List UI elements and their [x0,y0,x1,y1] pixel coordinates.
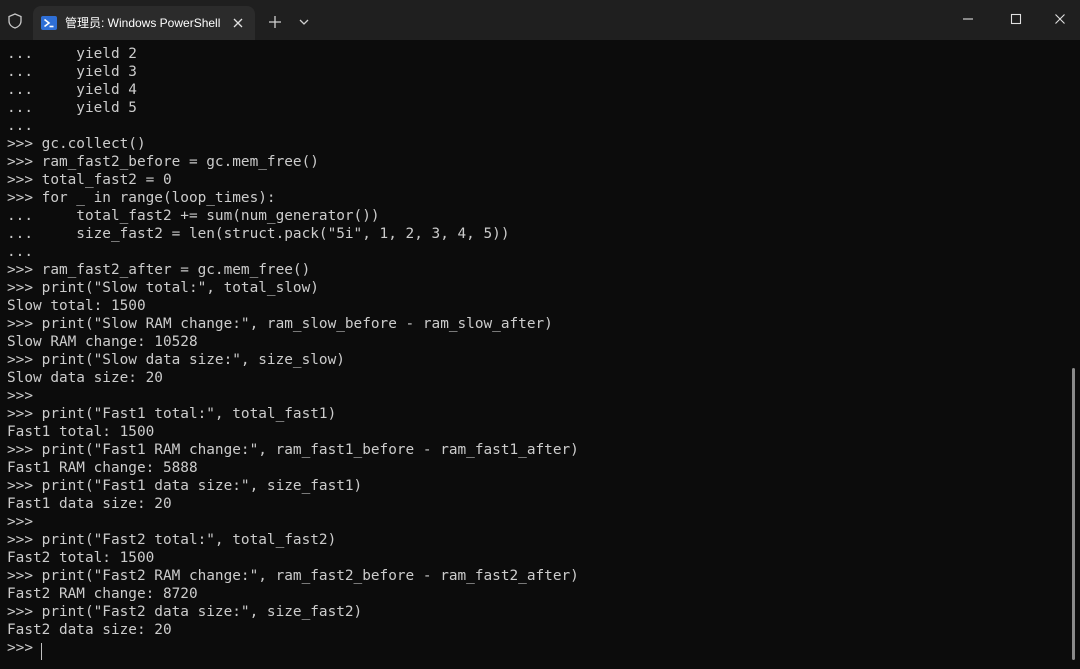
minimize-icon[interactable] [945,0,991,38]
terminal-line: >>> print("Fast1 total:", total_fast1) [7,406,337,422]
terminal-line: >>> for _ in range(loop_times): [7,190,276,206]
tab-powershell[interactable]: 管理员: Windows PowerShell [33,6,255,40]
terminal-line: >>> print("Slow RAM change:", ram_slow_b… [7,316,553,332]
terminal-line: Slow total: 1500 [7,298,146,314]
terminal-line: Fast2 total: 1500 [7,550,155,566]
terminal-line: ... total_fast2 += sum(num_generator()) [7,208,380,224]
terminal-line: >>> gc.collect() [7,136,146,152]
terminal-line: Fast1 data size: 20 [7,496,172,512]
terminal-prompt: >>> [7,640,33,656]
title-bar: 管理员: Windows PowerShell [0,0,1080,40]
terminal-line: ... yield 4 [7,82,137,98]
terminal-line: >>> [7,388,33,404]
terminal-line: ... size_fast2 = len(struct.pack("5i", 1… [7,226,510,242]
close-tab-icon[interactable] [230,15,246,31]
terminal-line: >>> total_fast2 = 0 [7,172,172,188]
terminal-line: ... yield 2 [7,46,137,62]
terminal-line: >>> print("Fast2 total:", total_fast2) [7,532,337,548]
terminal-line: ... [7,118,33,134]
scrollbar-thumb[interactable] [1072,368,1075,660]
terminal-line: Fast1 total: 1500 [7,424,155,440]
terminal-line: >>> ram_fast2_before = gc.mem_free() [7,154,319,170]
powershell-icon [41,15,57,31]
terminal-line: ... [7,244,33,260]
terminal-line: Fast1 RAM change: 5888 [7,460,198,476]
terminal-line: >>> [7,514,33,530]
terminal-line: Slow RAM change: 10528 [7,334,198,350]
chevron-down-icon[interactable] [296,14,312,30]
terminal-line: >>> print("Fast2 data size:", size_fast2… [7,604,363,620]
terminal-line: Fast2 RAM change: 8720 [7,586,198,602]
terminal-line: ... yield 3 [7,64,137,80]
shield-icon [6,12,24,30]
terminal-line: >>> print("Slow total:", total_slow) [7,280,319,296]
terminal-line: Slow data size: 20 [7,370,163,386]
terminal-line: Fast2 data size: 20 [7,622,172,638]
terminal-line: ... yield 5 [7,100,137,116]
tab-title: 管理员: Windows PowerShell [65,16,221,30]
terminal-line: >>> print("Fast2 RAM change:", ram_fast2… [7,568,579,584]
maximize-icon[interactable] [993,0,1039,38]
terminal-output[interactable]: ... yield 2 ... yield 3 ... yield 4 ... … [0,40,1070,669]
text-cursor [41,643,42,660]
plus-icon[interactable] [266,13,284,31]
terminal-line: >>> ram_fast2_after = gc.mem_free() [7,262,311,278]
terminal-line: >>> print("Slow data size:", size_slow) [7,352,345,368]
terminal-line: >>> print("Fast1 data size:", size_fast1… [7,478,363,494]
close-icon[interactable] [1037,0,1080,38]
terminal-line: >>> print("Fast1 RAM change:", ram_fast1… [7,442,579,458]
